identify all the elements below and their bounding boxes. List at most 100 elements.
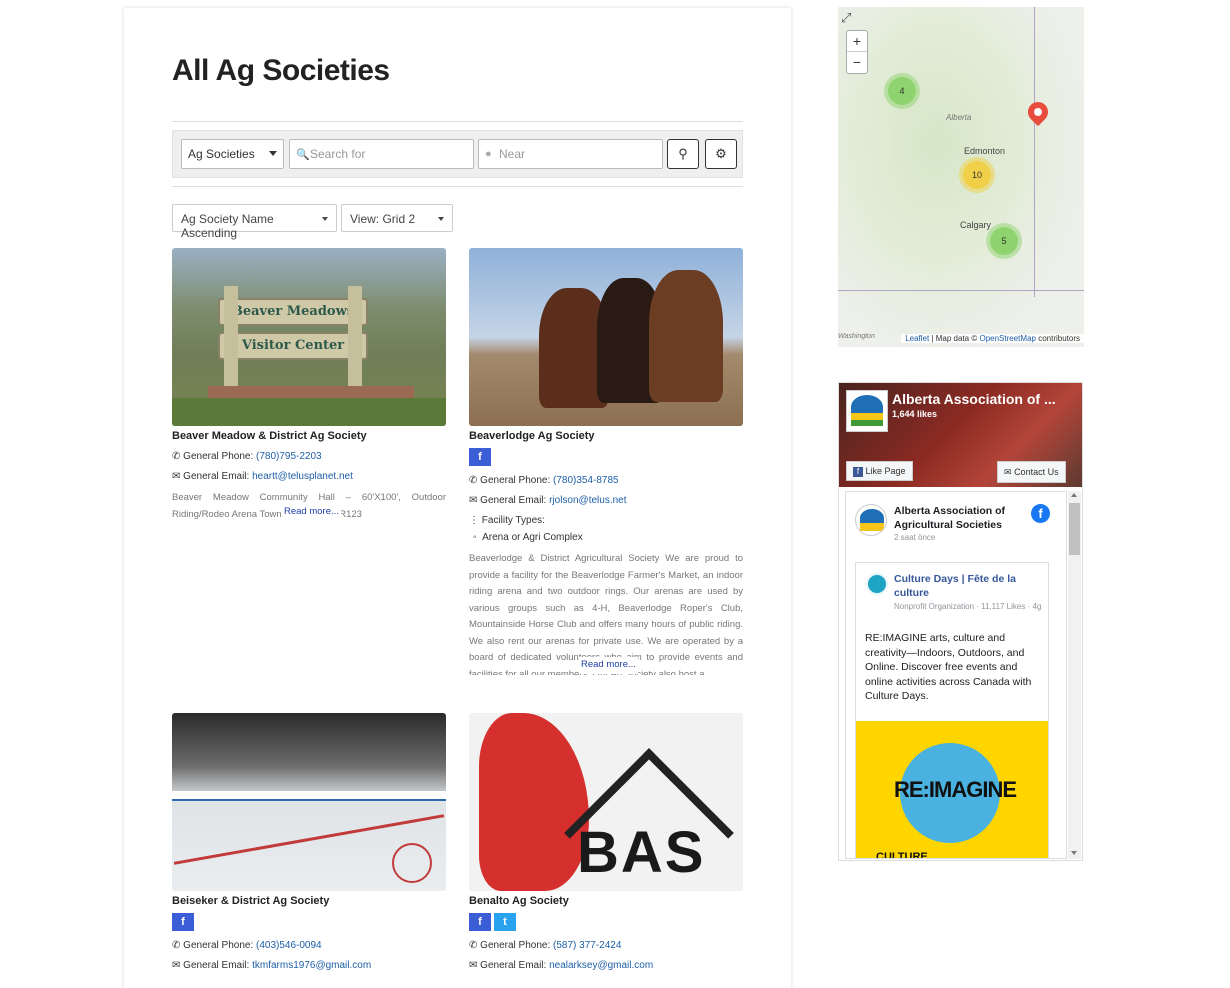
logo-field	[860, 523, 884, 531]
phone-link[interactable]: (780)795-2203	[256, 451, 322, 462]
map-cluster[interactable]: 10	[963, 161, 991, 189]
feed-scrollbar[interactable]	[1068, 491, 1081, 859]
fb-cover: Alberta Association of ... 1,644 likes f…	[839, 383, 1082, 487]
settings-button[interactable]: ⚙	[705, 139, 737, 169]
envelope-icon: ✉	[469, 495, 478, 506]
scroll-up-icon[interactable]	[1071, 493, 1077, 497]
email-link[interactable]: tkmfarms1976@gmail.com	[252, 960, 371, 971]
search-button[interactable]: ⚲	[667, 139, 699, 169]
fb-page-name[interactable]: Alberta Association of ...	[892, 391, 1056, 407]
rodeo-figure	[479, 713, 589, 891]
scroll-down-icon[interactable]	[1071, 851, 1077, 855]
fb-feed[interactable]: Alberta Association of Agricultural Soci…	[845, 491, 1067, 859]
read-more-link[interactable]: Read more...	[282, 504, 341, 520]
listing-name[interactable]: Beaver Meadow & District Ag Society	[172, 430, 446, 442]
divider	[172, 186, 743, 187]
facebook-icon[interactable]: f	[172, 913, 194, 931]
location-pin-icon: ●	[485, 148, 492, 160]
email-label: General Email:	[183, 960, 250, 971]
rink-circle	[392, 843, 432, 883]
marker-dot	[1032, 106, 1044, 118]
listing-image[interactable]: Beaver Meadows Visitor Center	[172, 248, 446, 426]
place-label: Edmonton	[964, 146, 1006, 156]
sort-dropdown[interactable]: Ag Society Name Ascending	[172, 204, 337, 240]
email-link[interactable]: rjolson@telus.net	[549, 495, 626, 506]
listing-image[interactable]	[469, 248, 743, 426]
listing-panel: All Ag Societies Ag Societies 🔍 Search fo…	[124, 8, 791, 988]
zoom-out-button[interactable]: −	[847, 52, 867, 73]
scroll-thumb[interactable]	[1069, 503, 1080, 555]
shared-page-meta: Nonprofit Organization · 11,117 Likes · …	[894, 602, 1042, 611]
post-text: RE:IMAGINE arts, culture and creativity—…	[865, 632, 1032, 702]
place-label: Washington	[838, 333, 875, 340]
logo-text: BAS	[577, 820, 706, 885]
like-page-button[interactable]: f Like Page	[846, 461, 913, 481]
rink-board	[172, 791, 446, 801]
phone-icon: ✆	[172, 451, 181, 462]
facebook-icon[interactable]: f	[469, 448, 491, 466]
leaflet-link[interactable]: Leaflet	[905, 334, 929, 343]
shared-page-avatar[interactable]	[866, 573, 888, 595]
search-icon: ⚲	[678, 146, 688, 161]
fb-page-avatar[interactable]	[846, 390, 888, 432]
post-image[interactable]: RE:IMAGINE CULTURE	[856, 721, 1048, 859]
phone-link[interactable]: (587) 377-2424	[553, 940, 621, 951]
gear-icon: ⚙	[715, 146, 727, 161]
map-widget[interactable]: ⤢ + − 4 10 5 Alberta Edmonton Calgary Wa…	[838, 7, 1084, 347]
shrubs	[172, 398, 446, 426]
listing-card: Beaverlodge Ag Society f ✆ General Phone…	[469, 248, 743, 675]
read-more-link[interactable]: Read more...	[579, 657, 638, 674]
poster-subtitle: CULTURE	[876, 851, 928, 859]
phone-label: General Phone:	[183, 451, 254, 462]
facility-value: Arena or Agri Complex	[482, 532, 583, 543]
contact-us-label: Contact Us	[1014, 467, 1059, 477]
osm-link[interactable]: OpenStreetMap	[979, 334, 1035, 343]
zoom-control: + −	[846, 30, 868, 74]
listing-image[interactable]: BAS	[469, 713, 743, 891]
post-time: 2 saat önce	[894, 533, 936, 542]
near-input[interactable]: ● Near	[478, 139, 663, 169]
map-cluster[interactable]: 4	[888, 77, 916, 105]
listing-name[interactable]: Beaverlodge Ag Society	[469, 430, 743, 442]
zoom-in-button[interactable]: +	[847, 31, 867, 52]
email-link[interactable]: heartt@telusplanet.net	[252, 471, 353, 482]
fb-likes: 1,644 likes	[892, 409, 938, 419]
social-links: ft	[469, 913, 743, 931]
email-row: ✉ General Email: nealarksey@gmail.com	[469, 960, 743, 971]
shared-post[interactable]: Culture Days | Fête de la culture Nonpro…	[855, 562, 1049, 859]
phone-row: ✆ General Phone: (403)546-0094	[172, 940, 446, 951]
phone-row: ✆ General Phone: (587) 377-2424	[469, 940, 743, 951]
contact-us-button[interactable]: ✉ Contact Us	[997, 461, 1066, 483]
view-dropdown[interactable]: View: Grid 2	[341, 204, 453, 232]
email-link[interactable]: nealarksey@gmail.com	[549, 960, 653, 971]
sign-board: Visitor Center	[218, 332, 368, 360]
map-terrain	[838, 7, 1084, 347]
facebook-icon: f	[853, 467, 863, 477]
phone-link[interactable]: (403)546-0094	[256, 940, 322, 951]
email-label: General Email:	[480, 960, 547, 971]
facility-label: Facility Types:	[481, 515, 545, 526]
listing-name[interactable]: Benalto Ag Society	[469, 895, 743, 907]
shared-page-name[interactable]: Culture Days | Fête de la culture	[894, 572, 1044, 600]
listing-name[interactable]: Beiseker & District Ag Society	[172, 895, 446, 907]
fullscreen-icon[interactable]: ⤢	[841, 10, 851, 26]
map-cluster[interactable]: 5	[990, 227, 1018, 255]
post-author[interactable]: Alberta Association of Agricultural Soci…	[894, 504, 1024, 532]
near-placeholder: Near	[499, 147, 526, 161]
phone-link[interactable]: (780)354-8785	[553, 475, 619, 486]
twitter-icon[interactable]: t	[494, 913, 516, 931]
sign-post	[348, 286, 362, 396]
envelope-icon: ✉	[1004, 467, 1012, 477]
search-icon: 🔍	[296, 149, 310, 161]
phone-label: General Phone:	[183, 940, 254, 951]
category-select[interactable]: Ag Societies	[181, 139, 284, 169]
search-input[interactable]: 🔍 Search for	[289, 139, 474, 169]
facility-row: ⋮ Facility Types:	[469, 515, 743, 526]
facebook-icon[interactable]: f	[469, 913, 491, 931]
facebook-widget: Alberta Association of ... 1,644 likes f…	[838, 382, 1083, 861]
divider	[172, 121, 743, 122]
listing-image[interactable]	[172, 713, 446, 891]
post-avatar[interactable]	[855, 504, 887, 536]
page-title: All Ag Societies	[172, 54, 390, 87]
poster-title: RE:IMAGINE	[894, 777, 1017, 802]
